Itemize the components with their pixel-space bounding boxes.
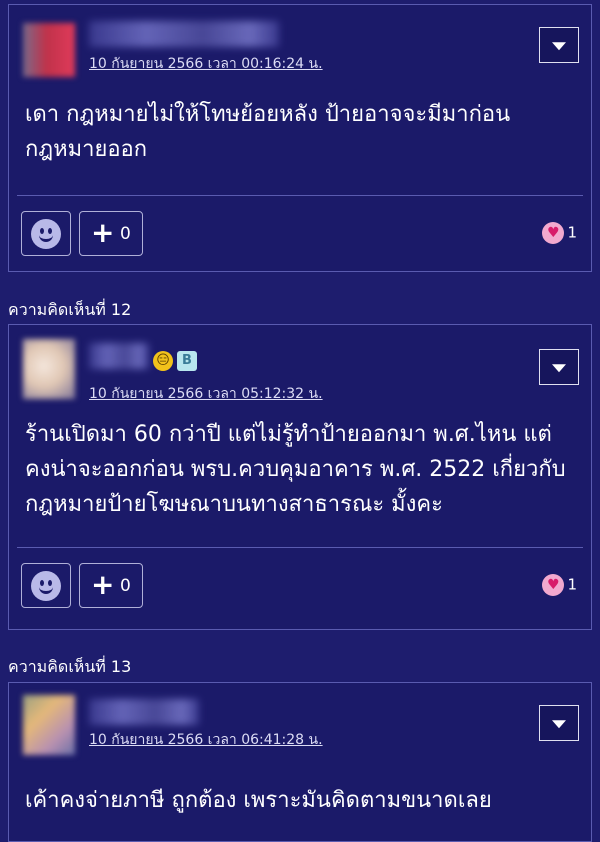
comment-number-label: ความคิดเห็นที่ 13 [8,657,132,676]
comment-card-2: 😑 B 10 กันยายน 2566 เวลา 05:12:32 น. ร้า… [8,324,592,630]
comment-timestamp[interactable]: 10 กันยายน 2566 เวลา 06:41:28 น. [89,729,323,751]
smiley-icon [31,570,61,601]
member-badge-icon: B [177,351,197,371]
username-blurred[interactable] [89,699,199,725]
like-count: 1 [567,223,577,242]
plus-count: 0 [120,576,131,596]
comment-actions: + 0 ♥ 1 [9,196,591,272]
plus-vote-button[interactable]: + 0 [79,211,143,256]
emoji-reaction-button[interactable] [21,211,71,256]
like-counter[interactable]: ♥ 1 [542,222,577,244]
like-counter[interactable]: ♥ 1 [542,574,577,596]
chevron-down-icon [552,720,566,729]
emoji-badge-icon: 😑 [153,351,173,371]
comment-text: เค้าคงจ่ายภาษี ถูกต้อง เพราะมันคิดตามขนา… [25,788,492,813]
heart-icon: ♥ [542,574,565,596]
like-count: 1 [567,575,577,594]
comment-card-1: 10 กันยายน 2566 เวลา 00:16:24 น. เดา กฎห… [8,4,592,272]
comment-menu-dropdown[interactable] [539,705,579,741]
chevron-down-icon [552,364,566,373]
comment-timestamp[interactable]: 10 กันยายน 2566 เวลา 00:16:24 น. [89,53,323,75]
avatar[interactable] [23,23,75,77]
smiley-icon [31,218,61,249]
comment-timestamp[interactable]: 10 กันยายน 2566 เวลา 05:12:32 น. [89,383,323,405]
comment-number-label: ความคิดเห็นที่ 12 [8,300,132,319]
comment-text: ร้านเปิดมา 60 กว่าปี แต่ไม่รู้ทำป้ายออกม… [25,422,566,517]
plus-icon: + [91,216,115,249]
plus-vote-button[interactable]: + 0 [79,563,143,608]
emoji-reaction-button[interactable] [21,563,71,608]
comment-header: 😑 B 10 กันยายน 2566 เวลา 05:12:32 น. [9,325,591,417]
heart-icon: ♥ [542,222,565,244]
username-blurred[interactable] [89,21,279,47]
comment-header: 10 กันยายน 2566 เวลา 00:16:24 น. [9,5,591,97]
comment-menu-dropdown[interactable] [539,349,579,385]
comment-header: 10 กันยายน 2566 เวลา 06:41:28 น. [9,683,591,775]
plus-count: 0 [120,224,131,244]
plus-icon: + [91,568,115,601]
avatar[interactable] [23,339,75,399]
username-blurred[interactable] [89,343,149,369]
comment-card-3: 10 กันยายน 2566 เวลา 06:41:28 น. เค้าคงจ… [8,682,592,842]
comment-menu-dropdown[interactable] [539,27,579,63]
chevron-down-icon [552,42,566,51]
avatar[interactable] [23,695,75,755]
comment-actions: + 0 ♥ 1 [9,548,591,624]
comment-text: เดา กฎหมายไม่ให้โทษย้อยหลัง ป้ายอาจจะมีม… [25,102,511,162]
